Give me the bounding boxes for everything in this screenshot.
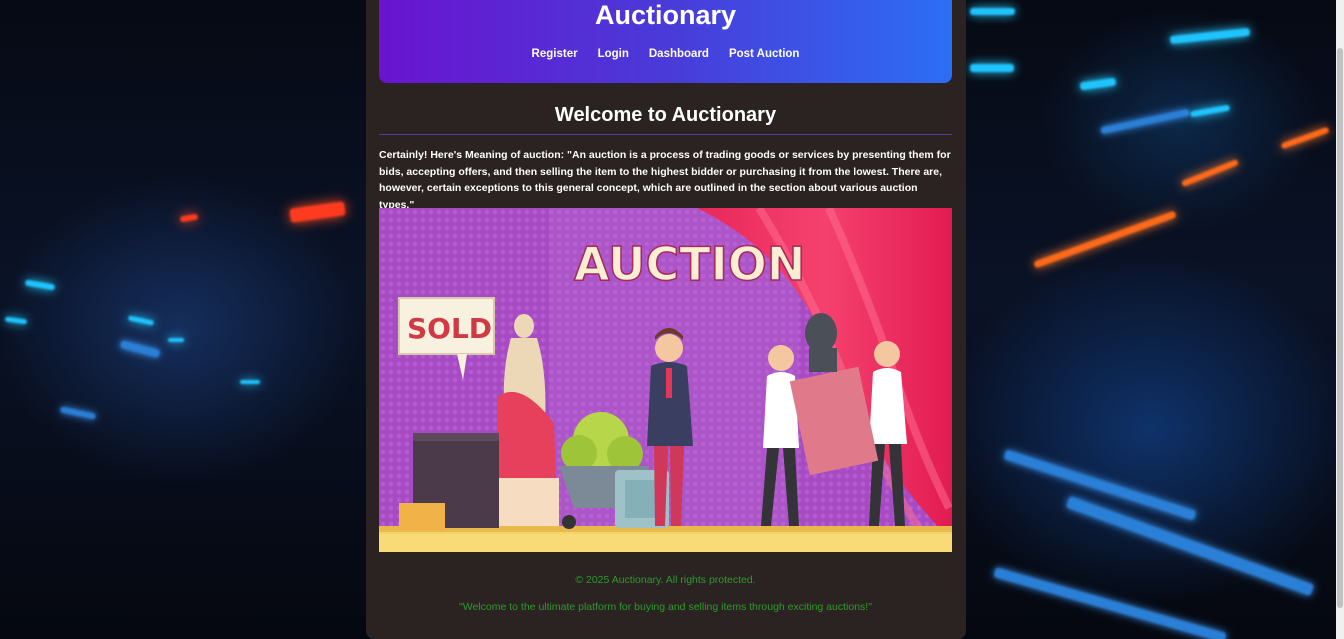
light-streak [1033,210,1177,269]
light-streak [970,64,1014,72]
page-scrollbar[interactable] [1336,0,1344,639]
light-streak [1079,77,1117,91]
intro-paragraph: Certainly! Here's Meaning of auction: "A… [379,149,951,211]
light-streak [119,339,161,359]
auction-hero-image: AUCTION SOLD [379,208,952,552]
nav-dashboard-link[interactable]: Dashboard [649,46,709,62]
site-header: Auctionary Register Login Dashboard Post… [379,0,952,83]
footer-tagline: "Welcome to the ultimate platform for bu… [459,601,872,613]
nav-post-auction-link[interactable]: Post Auction [729,46,800,62]
light-streak [127,315,155,326]
light-streak [240,380,260,384]
light-streak [1169,27,1251,45]
nav-register-link[interactable]: Register [532,46,578,62]
light-streak [1100,108,1190,135]
sold-sign-text: SOLD [407,312,492,345]
site-title: Auctionary [594,0,737,30]
heading-divider [379,134,952,135]
scrollbar-thumb[interactable] [1337,48,1343,608]
banner-text: AUCTION [574,237,805,291]
light-streak [59,406,97,420]
light-streak [993,567,1227,639]
page-heading: Welcome to Auctionary [554,104,777,126]
main-nav: Register Login Dashboard Post Auction [379,46,952,62]
light-streak [289,201,346,223]
light-streak [1280,126,1330,150]
footer-copyright: © 2025 Auctionary. All rights protected. [575,574,756,586]
light-streak [4,316,28,325]
main-panel: Auctionary Register Login Dashboard Post… [366,0,966,639]
light-streak [1189,104,1231,118]
light-streak [1181,158,1239,188]
light-streak [168,338,184,342]
light-streak [179,213,199,223]
light-streak [970,8,1015,15]
light-streak [24,279,56,291]
nav-login-link[interactable]: Login [598,46,629,62]
